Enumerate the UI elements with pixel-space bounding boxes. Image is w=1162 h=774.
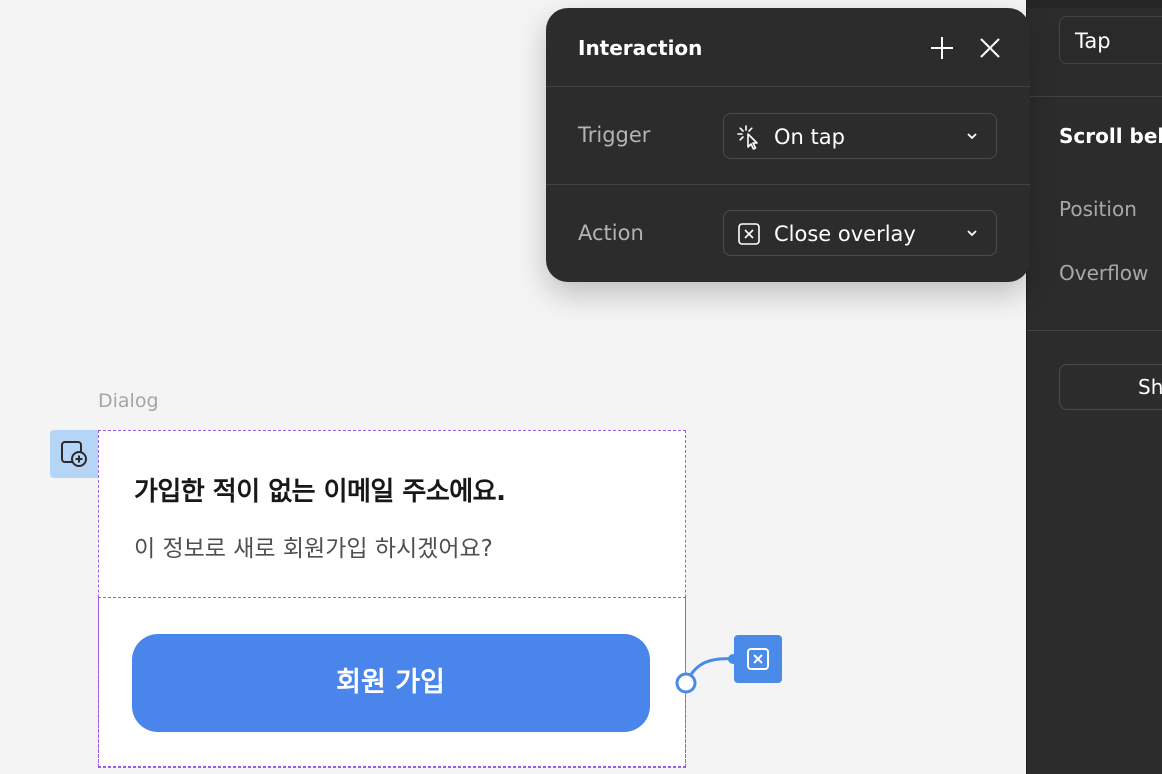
dialog-frame[interactable]: 가입한 적이 없는 이메일 주소에요. 이 정보로 새로 회원가입 하시겠어요?… xyxy=(97,430,686,768)
popup-title: Interaction xyxy=(578,36,703,60)
chevron-down-icon xyxy=(967,133,977,140)
divider xyxy=(1027,330,1162,331)
position-label: Position xyxy=(1059,197,1137,221)
action-value: Close overlay xyxy=(774,222,916,246)
action-dropdown[interactable]: Close overlay xyxy=(723,210,997,256)
overflow-label: Overflow xyxy=(1059,261,1149,285)
divider xyxy=(546,184,1030,185)
tap-cursor-icon xyxy=(737,125,758,150)
close-overlay-node[interactable] xyxy=(734,635,782,683)
overlay-frame-badge[interactable] xyxy=(50,430,98,478)
action-label: Action xyxy=(578,221,644,245)
trigger-dropdown[interactable]: On tap xyxy=(723,113,997,159)
chevron-down-icon xyxy=(967,230,977,237)
close-icon[interactable] xyxy=(977,35,1003,61)
dialog-subtitle: 이 정보로 새로 회원가입 하시겠어요? xyxy=(134,536,493,562)
trigger-value: On tap xyxy=(774,125,845,149)
trigger-select[interactable]: Tap xyxy=(1059,16,1162,64)
show-button[interactable]: Sh xyxy=(1059,364,1162,410)
close-overlay-icon xyxy=(738,223,760,245)
divider xyxy=(1027,96,1162,97)
scroll-behavior-heading: Scroll beh xyxy=(1059,124,1162,148)
frame-label[interactable]: Dialog xyxy=(98,390,159,412)
signup-button[interactable]: 회원 가입 xyxy=(131,634,650,732)
interaction-popup: Interaction Trigger On tap Action Close xyxy=(546,8,1030,282)
plus-icon[interactable] xyxy=(929,35,955,61)
close-overlay-icon xyxy=(747,648,769,670)
button-container[interactable]: 회원 가입 xyxy=(97,597,686,768)
divider xyxy=(546,86,1030,87)
properties-panel: Tap Scroll beh Position Overflow Sh xyxy=(1026,0,1162,774)
add-overlay-icon xyxy=(61,441,87,467)
trigger-label: Trigger xyxy=(578,123,651,147)
panel-top-strip xyxy=(1027,0,1162,8)
dialog-title: 가입한 적이 없는 이메일 주소에요. xyxy=(134,477,506,507)
